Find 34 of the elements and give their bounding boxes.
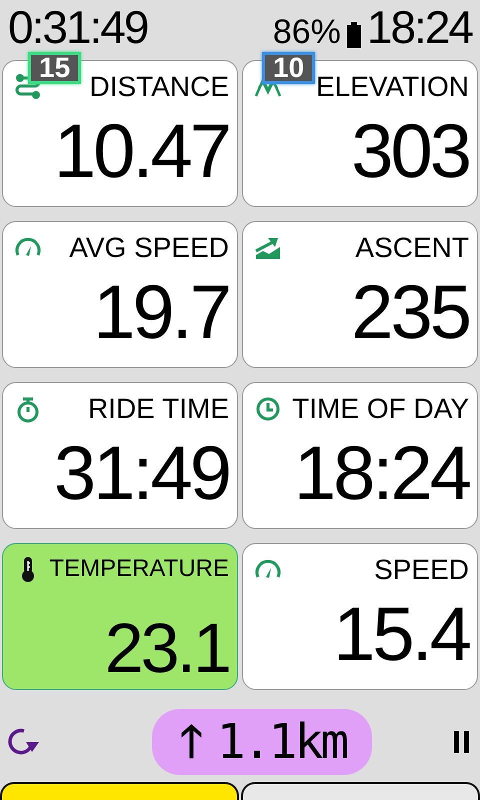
field-value: 235 [350, 268, 469, 356]
field-label: TIME OF DAY [291, 393, 469, 425]
page-number-tooltip: 10 [262, 52, 316, 84]
data-field-card[interactable]: TEMPERATURE 23.1 [2, 543, 238, 690]
field-value: 23.1 [104, 608, 229, 683]
field-label: SPEED [373, 554, 469, 586]
field-label: ASCENT [354, 232, 469, 264]
field-label: RIDE TIME [86, 393, 229, 425]
data-field-card[interactable]: RIDE TIME 31:49 [2, 382, 238, 529]
data-field-card[interactable]: SPEED 15.4 [242, 543, 478, 690]
navigation-pill[interactable]: 🡑 1.1km [152, 709, 372, 775]
field-value: 19.7 [92, 268, 229, 356]
field-value: 18:24 [292, 430, 469, 518]
data-field-card[interactable]: ASCENT 235 [242, 221, 478, 368]
data-field-card[interactable]: AVG SPEED 19.7 [2, 221, 238, 368]
clock: 18:24 [366, 4, 472, 55]
data-field-card[interactable]: TIME OF DAY 18:24 [242, 382, 478, 529]
field-label: ELEVATION [314, 71, 469, 103]
pause-icon[interactable] [454, 731, 470, 753]
battery-icon [346, 22, 361, 48]
field-value: 10.47 [52, 108, 229, 196]
field-label: TEMPERATURE [48, 555, 229, 583]
page-tab[interactable] [0, 782, 239, 800]
page-tab[interactable] [241, 782, 480, 800]
field-label: AVG SPEED [68, 232, 229, 264]
direction-arrow: 🡑 [180, 720, 203, 764]
field-value: 31:49 [52, 430, 229, 518]
ride-timer: 0:31:49 [8, 4, 148, 55]
field-value: 15.4 [332, 590, 469, 678]
battery-percent: 86% [272, 13, 341, 53]
field-value: 303 [350, 108, 469, 196]
field-label: DISTANCE [88, 71, 229, 103]
page-number-tooltip: 15 [28, 52, 82, 84]
distance-to-turn: 1.1km [216, 714, 346, 770]
